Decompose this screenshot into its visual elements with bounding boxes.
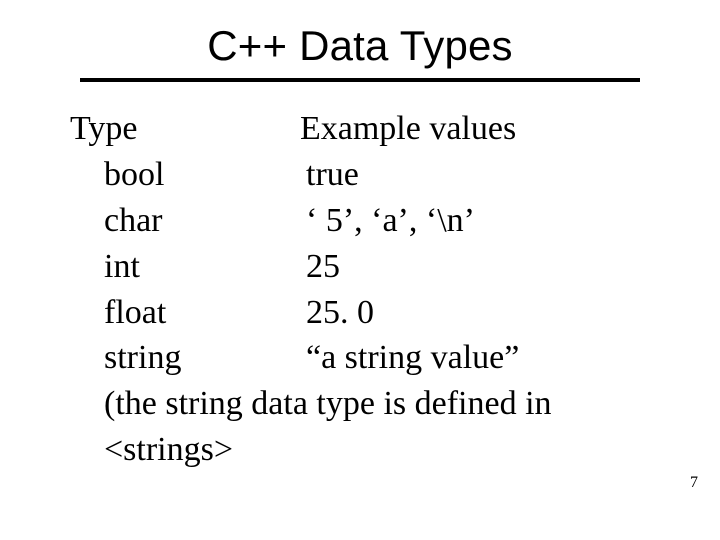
header-type: Type (70, 106, 300, 152)
note-line-2: <strings> (70, 427, 670, 473)
cell-example: 25 (300, 244, 670, 290)
table-row: bool true (70, 152, 670, 198)
header-example: Example values (300, 106, 670, 152)
cell-example: “a string value” (300, 335, 670, 381)
slide: C++ Data Types Type Example values bool … (0, 0, 720, 540)
note-line-1: (the string data type is defined in (70, 381, 670, 427)
cell-example: 25. 0 (300, 290, 670, 336)
table-row: float 25. 0 (70, 290, 670, 336)
cell-type: char (70, 198, 300, 244)
cell-type: int (70, 244, 300, 290)
slide-title: C++ Data Types (50, 22, 670, 70)
cell-type: float (70, 290, 300, 336)
page-number: 7 (690, 474, 698, 492)
header-row: Type Example values (70, 106, 670, 152)
table-row: char ‘ 5’, ‘a’, ‘\n’ (70, 198, 670, 244)
cell-example: ‘ 5’, ‘a’, ‘\n’ (300, 198, 670, 244)
cell-type: string (70, 335, 300, 381)
table-row: string “a string value” (70, 335, 670, 381)
content-area: Type Example values bool true char ‘ 5’,… (50, 106, 670, 473)
table-row: int 25 (70, 244, 670, 290)
cell-example: true (300, 152, 670, 198)
cell-type: bool (70, 152, 300, 198)
title-underline (80, 78, 640, 82)
